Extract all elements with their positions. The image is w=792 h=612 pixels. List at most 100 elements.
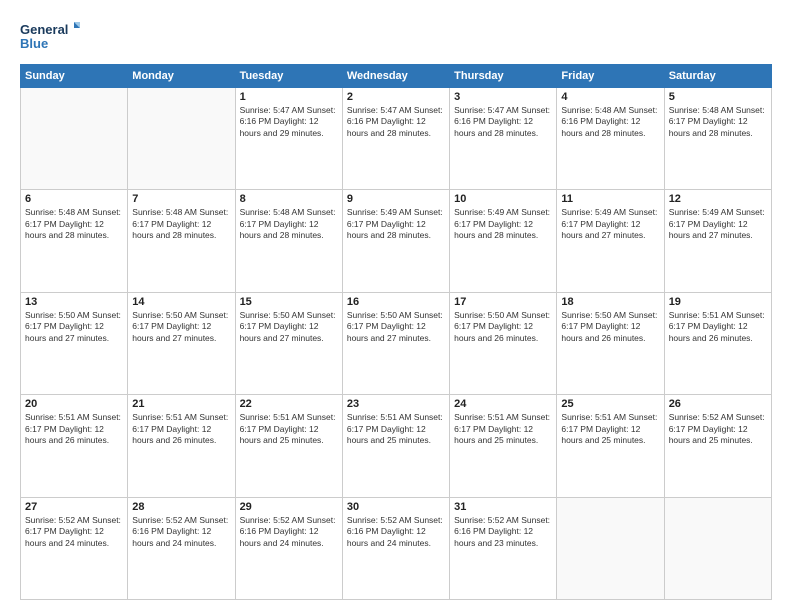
week-row-4: 20 Sunrise: 5:51 AM Sunset: 6:17 PM Dayli… [21,395,772,497]
calendar-cell: 12 Sunrise: 5:49 AM Sunset: 6:17 PM Dayli… [664,190,771,292]
weekday-header-wednesday: Wednesday [342,65,449,88]
day-number: 5 [669,91,767,103]
calendar-cell: 25Sunrise: 5:51 AM Sunset: 6:17 PM Dayli… [557,395,664,497]
calendar-cell: 2 Sunrise: 5:47 AM Sunset: 6:16 PM Daylig… [342,88,449,190]
calendar-table: SundayMondayTuesdayWednesdayThursdayFrid… [20,64,772,600]
calendar-cell: 5 Sunrise: 5:48 AM Sunset: 6:17 PM Daylig… [664,88,771,190]
day-info: Sunrise: 5:48 AM Sunset: 6:17 PM Dayligh… [132,207,230,241]
weekday-header-monday: Monday [128,65,235,88]
calendar-cell: 24 Sunrise: 5:51 AM Sunset: 6:17 PM Dayli… [450,395,557,497]
day-number: 19 [669,296,767,308]
day-info: Sunrise: 5:52 AM Sunset: 6:16 PM Dayligh… [347,515,445,549]
day-info: Sunrise: 5:52 AM Sunset: 6:16 PM Dayligh… [132,515,230,549]
day-info: Sunrise: 5:50 AM Sunset: 6:17 PM Dayligh… [25,310,123,344]
calendar-cell: 7 Sunrise: 5:48 AM Sunset: 6:17 PM Daylig… [128,190,235,292]
calendar-cell: 4 Sunrise: 5:48 AM Sunset: 6:16 PM Daylig… [557,88,664,190]
day-info: Sunrise: 5:50 AM Sunset: 6:17 PM Dayligh… [454,310,552,344]
day-info: Sunrise: 5:51 AM Sunset: 6:17 PM Dayligh… [669,310,767,344]
day-number: 21 [132,398,230,410]
day-info: Sunrise: 5:50 AM Sunset: 6:17 PM Dayligh… [561,310,659,344]
day-info: Sunrise: 5:52 AM Sunset: 6:16 PM Dayligh… [240,515,338,549]
calendar-cell: 3Sunrise: 5:47 AM Sunset: 6:16 PM Daylig… [450,88,557,190]
calendar-cell: 18Sunrise: 5:50 AM Sunset: 6:17 PM Dayli… [557,292,664,394]
svg-text:General: General [20,22,68,37]
day-number: 4 [561,91,659,103]
day-info: Sunrise: 5:48 AM Sunset: 6:17 PM Dayligh… [25,207,123,241]
day-info: Sunrise: 5:49 AM Sunset: 6:17 PM Dayligh… [561,207,659,241]
day-number: 26 [669,398,767,410]
calendar-cell: 9Sunrise: 5:49 AM Sunset: 6:17 PM Daylig… [342,190,449,292]
day-info: Sunrise: 5:48 AM Sunset: 6:16 PM Dayligh… [561,105,659,139]
day-number: 24 [454,398,552,410]
day-info: Sunrise: 5:50 AM Sunset: 6:17 PM Dayligh… [347,310,445,344]
day-number: 31 [454,501,552,513]
day-number: 10 [454,193,552,205]
day-info: Sunrise: 5:47 AM Sunset: 6:16 PM Dayligh… [347,105,445,139]
day-number: 9 [347,193,445,205]
calendar-cell: 20Sunrise: 5:51 AM Sunset: 6:17 PM Dayli… [21,395,128,497]
calendar-cell: 26 Sunrise: 5:52 AM Sunset: 6:17 PM Dayli… [664,395,771,497]
day-number: 12 [669,193,767,205]
calendar-cell: 22 Sunrise: 5:51 AM Sunset: 6:17 PM Dayli… [235,395,342,497]
calendar-cell: 29Sunrise: 5:52 AM Sunset: 6:16 PM Dayli… [235,497,342,599]
day-info: Sunrise: 5:49 AM Sunset: 6:17 PM Dayligh… [669,207,767,241]
header: General Blue [20,18,772,54]
calendar-cell: 27 Sunrise: 5:52 AM Sunset: 6:17 PM Dayli… [21,497,128,599]
day-info: Sunrise: 5:51 AM Sunset: 6:17 PM Dayligh… [454,412,552,446]
day-info: Sunrise: 5:49 AM Sunset: 6:17 PM Dayligh… [454,207,552,241]
day-number: 13 [25,296,123,308]
day-number: 14 [132,296,230,308]
calendar-cell: 23 Sunrise: 5:51 AM Sunset: 6:17 PM Dayli… [342,395,449,497]
calendar-page: General Blue SundayMondayTuesdayWednesda… [0,0,792,612]
calendar-cell: 15Sunrise: 5:50 AM Sunset: 6:17 PM Dayli… [235,292,342,394]
calendar-cell: 10 Sunrise: 5:49 AM Sunset: 6:17 PM Dayli… [450,190,557,292]
day-info: Sunrise: 5:51 AM Sunset: 6:17 PM Dayligh… [347,412,445,446]
day-number: 27 [25,501,123,513]
calendar-cell: 16 Sunrise: 5:50 AM Sunset: 6:17 PM Dayli… [342,292,449,394]
day-info: Sunrise: 5:51 AM Sunset: 6:17 PM Dayligh… [240,412,338,446]
day-number: 7 [132,193,230,205]
day-number: 6 [25,193,123,205]
week-row-5: 27 Sunrise: 5:52 AM Sunset: 6:17 PM Dayli… [21,497,772,599]
day-info: Sunrise: 5:52 AM Sunset: 6:16 PM Dayligh… [454,515,552,549]
weekday-header-thursday: Thursday [450,65,557,88]
day-number: 16 [347,296,445,308]
day-number: 15 [240,296,338,308]
weekday-header-friday: Friday [557,65,664,88]
calendar-cell [557,497,664,599]
weekday-header-tuesday: Tuesday [235,65,342,88]
day-info: Sunrise: 5:50 AM Sunset: 6:17 PM Dayligh… [132,310,230,344]
calendar-cell: 11Sunrise: 5:49 AM Sunset: 6:17 PM Dayli… [557,190,664,292]
calendar-cell: 31 Sunrise: 5:52 AM Sunset: 6:16 PM Dayli… [450,497,557,599]
day-number: 1 [240,91,338,103]
svg-text:Blue: Blue [20,36,48,51]
calendar-cell: 28 Sunrise: 5:52 AM Sunset: 6:16 PM Dayli… [128,497,235,599]
calendar-cell [21,88,128,190]
logo-svg: General Blue [20,18,80,54]
logo: General Blue [20,18,80,54]
calendar-cell [664,497,771,599]
weekday-header-row: SundayMondayTuesdayWednesdayThursdayFrid… [21,65,772,88]
calendar-cell: 30Sunrise: 5:52 AM Sunset: 6:16 PM Dayli… [342,497,449,599]
day-info: Sunrise: 5:48 AM Sunset: 6:17 PM Dayligh… [240,207,338,241]
day-number: 17 [454,296,552,308]
day-info: Sunrise: 5:52 AM Sunset: 6:17 PM Dayligh… [669,412,767,446]
weekday-header-sunday: Sunday [21,65,128,88]
calendar-cell [128,88,235,190]
day-number: 23 [347,398,445,410]
week-row-3: 13 Sunrise: 5:50 AM Sunset: 6:17 PM Dayli… [21,292,772,394]
day-info: Sunrise: 5:47 AM Sunset: 6:16 PM Dayligh… [240,105,338,139]
day-info: Sunrise: 5:52 AM Sunset: 6:17 PM Dayligh… [25,515,123,549]
day-number: 20 [25,398,123,410]
day-info: Sunrise: 5:51 AM Sunset: 6:17 PM Dayligh… [132,412,230,446]
calendar-cell: 21 Sunrise: 5:51 AM Sunset: 6:17 PM Dayli… [128,395,235,497]
calendar-cell: 19 Sunrise: 5:51 AM Sunset: 6:17 PM Dayli… [664,292,771,394]
day-info: Sunrise: 5:47 AM Sunset: 6:16 PM Dayligh… [454,105,552,139]
day-number: 22 [240,398,338,410]
week-row-1: 1 Sunrise: 5:47 AM Sunset: 6:16 PM Daylig… [21,88,772,190]
calendar-cell: 8Sunrise: 5:48 AM Sunset: 6:17 PM Daylig… [235,190,342,292]
day-number: 2 [347,91,445,103]
day-number: 28 [132,501,230,513]
day-info: Sunrise: 5:51 AM Sunset: 6:17 PM Dayligh… [561,412,659,446]
day-info: Sunrise: 5:48 AM Sunset: 6:17 PM Dayligh… [669,105,767,139]
